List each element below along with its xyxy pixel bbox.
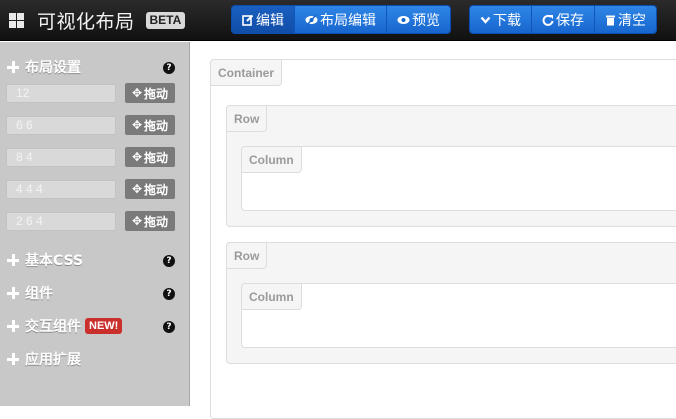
drag-button[interactable]: ✥ 拖动 (125, 83, 175, 103)
edit-icon (242, 14, 254, 26)
layout-item-2-6-4: 2 6 4 ✥ 拖动 (6, 211, 175, 231)
layout-value-input[interactable]: 2 6 4 (6, 212, 116, 231)
section-components[interactable]: 组件 ? (7, 283, 175, 303)
save-button-label: 保存 (556, 12, 584, 29)
move-icon: ✥ (131, 118, 143, 132)
edit-button-label: 编辑 (256, 12, 284, 29)
grid-logo-icon (9, 12, 24, 28)
layout-value-input[interactable]: 8 4 (6, 148, 116, 167)
layout-canvas[interactable]: Container Row Column Row Column (191, 42, 676, 419)
drag-button[interactable]: ✥ 拖动 (125, 179, 175, 199)
layout-item-8-4: 8 4 ✥ 拖动 (6, 147, 175, 167)
new-badge: NEW! (85, 318, 123, 334)
layout-value-input[interactable]: 4 4 4 (6, 180, 116, 199)
app-title: 可视化布局 (37, 10, 135, 33)
mode-button-group: 编辑 布局编辑 预览 (231, 5, 451, 34)
trash-icon (605, 14, 616, 26)
section-label: 应用扩展 (25, 352, 81, 368)
edit-button[interactable]: 编辑 (232, 6, 295, 33)
top-navbar: 可视化布局 BETA 编辑 布局编辑 预览 下载 保存 清空 (0, 0, 676, 41)
clear-button[interactable]: 清空 (595, 6, 656, 33)
share-icon (542, 14, 554, 26)
section-label: 布局设置 (25, 60, 81, 76)
layout-value-input[interactable]: 6 6 (6, 116, 116, 135)
preview-button-label: 预览 (412, 12, 440, 29)
section-layout-settings[interactable]: 布局设置 ? (7, 57, 175, 77)
plus-icon (7, 254, 19, 266)
drag-button-label: 拖动 (144, 214, 169, 229)
drag-button[interactable]: ✥ 拖动 (125, 147, 175, 167)
row-label: Row (226, 242, 268, 269)
drag-button-label: 拖动 (144, 118, 169, 133)
container-label: Container (210, 59, 283, 86)
download-button[interactable]: 下载 (470, 6, 532, 33)
drag-button[interactable]: ✥ 拖动 (125, 115, 175, 135)
move-icon: ✥ (131, 150, 143, 164)
plus-icon (7, 320, 19, 332)
layout-item-4-4-4: 4 4 4 ✥ 拖动 (6, 179, 175, 199)
layout-value-input[interactable]: 12 (6, 84, 116, 103)
row-box[interactable]: Row Column (226, 242, 676, 364)
section-label: 组件 (25, 286, 53, 302)
drag-button-label: 拖动 (144, 182, 169, 197)
plus-icon (7, 61, 19, 73)
clear-button-label: 清空 (618, 12, 646, 29)
layout-item-12: 12 ✥ 拖动 (6, 83, 175, 103)
move-icon: ✥ (131, 86, 143, 100)
column-box[interactable]: Column (241, 283, 676, 348)
help-icon[interactable]: ? (163, 255, 175, 267)
layout-item-6-6: 6 6 ✥ 拖动 (6, 115, 175, 135)
action-button-group: 下载 保存 清空 (469, 5, 657, 34)
section-label: 基本CSS (25, 253, 84, 269)
column-box[interactable]: Column (241, 146, 676, 211)
plus-icon (7, 353, 19, 365)
sidebar: 布局设置 ? 12 ✥ 拖动 6 6 ✥ 拖动 8 4 ✥ 拖动 4 4 4 ✥ 拖动 … (0, 42, 190, 406)
eye-slash-icon (305, 13, 318, 26)
save-button[interactable]: 保存 (532, 6, 595, 33)
row-label: Row (226, 105, 268, 132)
help-icon[interactable]: ? (163, 62, 175, 74)
section-label: 交互组件 (25, 319, 81, 335)
row-box[interactable]: Row Column (226, 105, 676, 227)
column-label: Column (241, 146, 302, 173)
preview-button[interactable]: 预览 (387, 6, 450, 33)
beta-badge: BETA (145, 11, 186, 29)
column-label: Column (241, 283, 302, 310)
help-icon[interactable]: ? (163, 321, 175, 333)
layout-edit-button-label: 布局编辑 (320, 12, 376, 29)
chevron-down-icon (480, 15, 491, 25)
layout-edit-button[interactable]: 布局编辑 (295, 6, 387, 33)
drag-button-label: 拖动 (144, 150, 169, 165)
download-button-label: 下载 (493, 12, 521, 29)
brand: 可视化布局 BETA (9, 8, 186, 33)
help-icon[interactable]: ? (163, 288, 175, 300)
move-icon: ✥ (131, 214, 143, 228)
section-app-extensions[interactable]: 应用扩展 (7, 349, 175, 369)
section-basic-css[interactable]: 基本CSS ? (7, 250, 175, 270)
eye-icon (397, 14, 410, 26)
drag-button-label: 拖动 (144, 86, 169, 101)
drag-button[interactable]: ✥ 拖动 (125, 211, 175, 231)
container-box[interactable]: Container Row Column Row Column (210, 59, 676, 419)
move-icon: ✥ (131, 182, 143, 196)
section-interactive-components[interactable]: 交互组件 NEW! ? (7, 316, 175, 336)
plus-icon (7, 287, 19, 299)
